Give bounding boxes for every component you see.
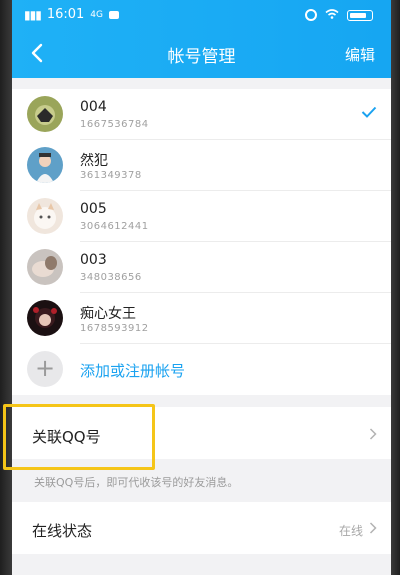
alarm-icon: [305, 9, 317, 21]
screen: ▮▮▮ 16:01 4G 帐号管理 编辑 004 1667536784 然犯 3…: [12, 0, 391, 575]
wifi-icon: [325, 8, 339, 22]
account-number: 1667536784: [80, 119, 149, 130]
battery-icon: [347, 9, 373, 21]
account-number: 361349378: [80, 170, 142, 181]
account-list: 004 1667536784 然犯 361349378 005 30646124…: [12, 89, 391, 395]
status-bar: ▮▮▮ 16:01 4G: [12, 0, 391, 32]
network-type: 4G: [90, 9, 103, 20]
account-item[interactable]: 005 3064612441: [12, 191, 391, 242]
chevron-right-icon: [369, 522, 377, 534]
add-account-label: 添加或注册帐号: [80, 362, 186, 380]
account-number: 348038656: [80, 272, 142, 283]
account-name: 痴心女王: [80, 306, 136, 322]
status-time: 16:01: [46, 7, 85, 22]
account-name: 004: [80, 99, 107, 115]
online-status-row[interactable]: 在线状态 在线: [12, 502, 391, 554]
associate-hint: 关联QQ号后，即可代收该号的好友消息。: [34, 476, 239, 489]
account-number: 1678593912: [80, 323, 149, 334]
edit-button[interactable]: 编辑: [345, 44, 375, 65]
check-icon: [361, 106, 377, 118]
header: ▮▮▮ 16:01 4G 帐号管理 编辑: [12, 0, 391, 78]
online-status-value: 在线: [338, 524, 363, 538]
account-name: 003: [80, 252, 107, 268]
signal-icon: ▮▮▮: [24, 7, 42, 22]
account-number: 3064612441: [80, 221, 149, 232]
avatar: [27, 147, 63, 183]
chevron-right-icon: [369, 428, 377, 440]
device-bezel-right: [391, 0, 400, 575]
account-item[interactable]: 然犯 361349378: [12, 140, 391, 191]
nav-bar: 帐号管理 编辑: [12, 32, 391, 78]
account-item[interactable]: 痴心女王 1678593912: [12, 293, 391, 344]
page-title: 帐号管理: [167, 47, 236, 67]
avatar: [27, 300, 63, 336]
camera-icon: [108, 10, 119, 19]
account-item[interactable]: 003 348038656: [12, 242, 391, 293]
highlight-box: [3, 404, 155, 470]
online-status-label: 在线状态: [32, 522, 93, 540]
avatar: [27, 249, 63, 285]
account-name: 然犯: [80, 153, 108, 169]
phone-frame: ▮▮▮ 16:01 4G 帐号管理 编辑 004 1667536784 然犯 3…: [0, 0, 400, 575]
avatar: [27, 198, 63, 234]
account-name: 005: [80, 201, 107, 217]
plus-icon: +: [27, 351, 63, 387]
add-account-button[interactable]: + 添加或注册帐号: [12, 344, 391, 395]
account-item[interactable]: 004 1667536784: [12, 89, 391, 140]
device-bezel-left: [0, 0, 12, 575]
avatar: [27, 96, 63, 132]
